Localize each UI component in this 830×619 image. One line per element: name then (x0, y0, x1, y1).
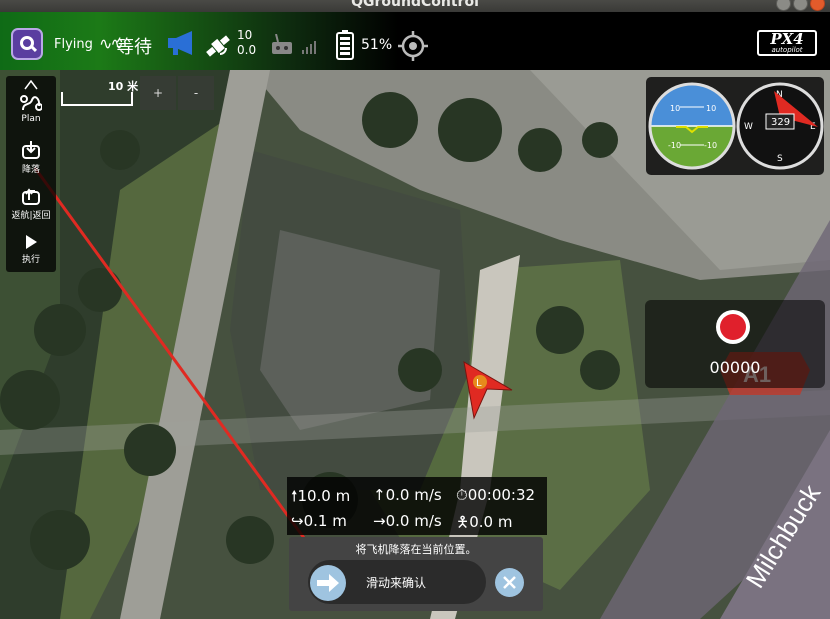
plan-toolstrip: Plan 降落 返航|返回 执行 (6, 76, 56, 272)
video-record-panel: 00000 (645, 300, 825, 388)
return-icon (22, 188, 40, 205)
home-distance-value: ↪0.1 m (291, 512, 347, 530)
satellite-count: 10 (237, 28, 253, 42)
guided-action-confirm: 将飞机降落在当前位置。 滑动来确认 (289, 537, 543, 611)
slider-label: 滑动来确认 (366, 576, 427, 590)
battery-icon[interactable] (336, 30, 354, 60)
main-toolbar: Flying ∿∿ 等待 10 0.0 51% PX4 autopilot (0, 12, 830, 70)
satellite-icon[interactable] (204, 32, 236, 60)
cancel-button[interactable] (495, 568, 524, 597)
window-title: QGroundControl (351, 0, 479, 10)
toolstrip-label: Plan (21, 114, 41, 124)
flight-time-value: ⏱00:00:32 (456, 486, 536, 504)
map-scale-bar (61, 92, 133, 106)
svg-text:S: S (777, 154, 783, 164)
flight-mode-selector[interactable]: 等待 (116, 33, 152, 59)
zoom-out-button[interactable]: - (178, 76, 214, 110)
close-icon (503, 576, 516, 589)
telemetry-panel: 🠕10.0 m ↑0.0 m/s ⏱00:00:32 ↪0.1 m →0.0 m… (287, 477, 547, 535)
climb-rate-value: ↑0.0 m/s (373, 486, 442, 504)
qgc-logo-button[interactable] (11, 28, 43, 60)
record-button[interactable] (716, 310, 750, 344)
gps-status: 10 0.0 (237, 28, 256, 58)
rc-signal-icon[interactable] (272, 34, 322, 56)
land-icon (22, 141, 40, 159)
toolstrip-item-plan[interactable]: Plan (6, 94, 56, 124)
px4-logo: PX4 autopilot (757, 30, 817, 56)
toolstrip-item-fly[interactable] (6, 79, 56, 93)
svg-text:-10: -10 (704, 141, 717, 150)
map-scale: 10 米 (60, 78, 140, 108)
toolstrip-item-action[interactable]: 执行 (6, 234, 56, 265)
vehicle-id-label: L (476, 378, 482, 389)
svg-text:10: 10 (670, 104, 680, 113)
rtk-gps-icon[interactable] (398, 31, 428, 61)
zoom-in-button[interactable]: + (140, 76, 176, 110)
confirm-message: 将飞机降落在当前位置。 (355, 543, 477, 556)
paper-plane-icon (24, 79, 38, 90)
toolstrip-item-land[interactable]: 降落 (6, 140, 56, 175)
attitude-indicator: 10 10 -10 -10 N E S W 329 (648, 82, 824, 170)
gps-hdop: 0.0 (237, 43, 257, 57)
window-titlebar: QGroundControl (0, 0, 830, 12)
arrow-right-icon (317, 574, 339, 592)
vehicle-marker[interactable]: L (462, 360, 516, 422)
play-icon (26, 235, 37, 249)
gcs-distance-value: 🯅0.0 m (456, 513, 513, 531)
altitude-value: 🠕10.0 m (291, 487, 351, 505)
toolstrip-label: 降落 (21, 165, 40, 175)
toolstrip-label: 执行 (21, 255, 40, 265)
svg-text:10: 10 (706, 104, 716, 113)
record-timer: 00000 (709, 358, 761, 377)
battery-percent: 51% (361, 37, 393, 53)
confirm-slider[interactable]: 滑动来确认 (308, 560, 486, 604)
flight-state-label: Flying (54, 37, 93, 52)
svg-text:-10: -10 (668, 141, 681, 150)
ground-speed-value: →0.0 m/s (373, 512, 442, 530)
plan-route-icon (20, 95, 42, 111)
toolstrip-item-rtl[interactable]: 返航|返回 (6, 186, 56, 221)
slider-knob[interactable] (310, 565, 346, 601)
svg-text:W: W (744, 122, 753, 132)
toolstrip-label: 返航|返回 (11, 211, 51, 221)
compass-heading-value: 329 (771, 117, 790, 128)
megaphone-icon[interactable] (166, 29, 196, 57)
instrument-panel[interactable]: 10 10 -10 -10 N E S W 329 (646, 77, 824, 175)
